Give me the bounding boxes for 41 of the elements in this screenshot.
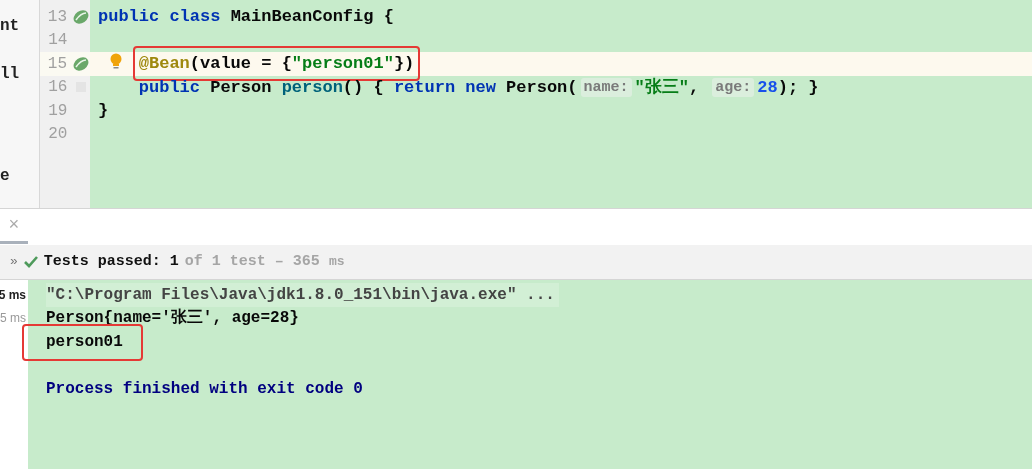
- bean-icon[interactable]: [72, 7, 90, 26]
- code-token: public class: [98, 6, 222, 28]
- lightbulb-icon[interactable]: [109, 53, 123, 71]
- code-token: Person: [210, 76, 273, 99]
- code-token: Person(: [506, 76, 578, 99]
- code-token: ,: [688, 76, 701, 99]
- cut-text: e: [0, 166, 10, 187]
- code-token: public: [138, 76, 201, 99]
- code-token: 28: [757, 76, 778, 99]
- cut-text: ll: [0, 64, 20, 85]
- line-number: 14: [47, 30, 68, 52]
- bean-icon[interactable]: [72, 54, 90, 73]
- test-duration[interactable]: 5 ms: [0, 306, 28, 330]
- console-line: person01: [46, 329, 123, 354]
- line-number: 13: [46, 6, 67, 28]
- parameter-hint: name:: [580, 77, 632, 97]
- code-token: @Bean: [138, 53, 190, 75]
- code-token: "张三": [634, 76, 689, 99]
- code-token: MainBeanConfig: [230, 6, 374, 28]
- tests-passed-label: Tests passed: 1: [43, 251, 179, 272]
- test-summary: of 1 test – 365 ms: [184, 251, 345, 272]
- cut-text: nt: [0, 16, 20, 37]
- close-button[interactable]: ×: [8, 216, 20, 234]
- code-token: }: [98, 100, 109, 122]
- code-token: }): [393, 53, 415, 75]
- code-token: "person01": [291, 53, 394, 75]
- line-number: 20: [47, 124, 68, 146]
- code-token: {: [382, 6, 394, 28]
- line-number: 15: [46, 53, 67, 75]
- expand-button[interactable]: »: [10, 252, 18, 272]
- code-token: ); }: [777, 76, 819, 99]
- code-token: (value = {: [189, 53, 292, 75]
- code-token: return new: [393, 76, 497, 99]
- check-icon: [23, 256, 38, 268]
- code-token: person: [281, 76, 343, 99]
- line-number: 16: [47, 77, 68, 99]
- line-number: 19: [47, 100, 68, 122]
- parameter-hint: age:: [712, 77, 755, 97]
- code-token: () {: [342, 76, 385, 99]
- console-line: Person{name='张三', age=28}: [46, 307, 299, 330]
- console-line: Process finished with exit code 0: [46, 378, 363, 400]
